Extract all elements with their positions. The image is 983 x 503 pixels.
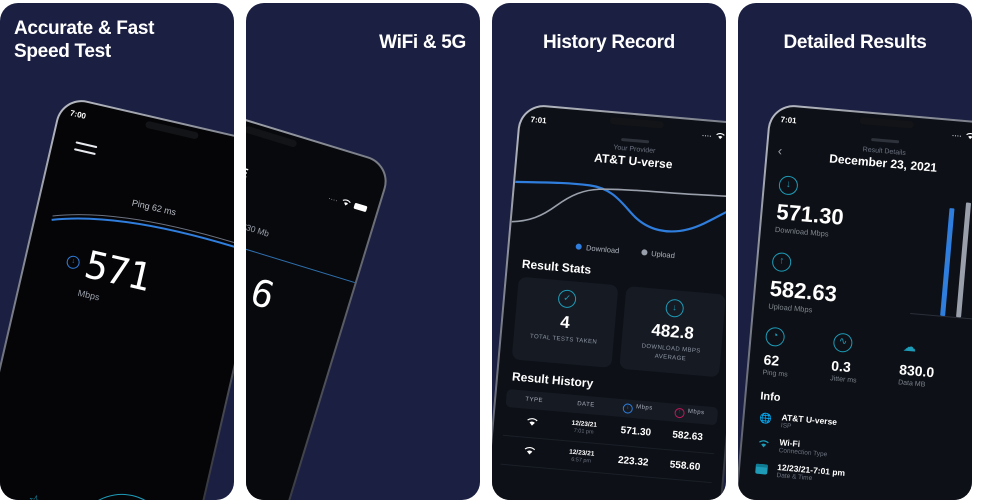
sheet-grabber[interactable] xyxy=(621,137,650,143)
download-value: 571 xyxy=(80,242,155,300)
stat-value: 4 xyxy=(559,311,571,332)
check-circle-icon: ✓ xyxy=(557,288,577,309)
row-date-cell: 12/23/21 6:57 pm xyxy=(555,447,608,466)
speed-history-chart xyxy=(511,180,726,233)
phone-mockup: 7:01 .... Your Provider AT&T U-verse Dow… xyxy=(492,103,726,500)
wave-icon: ∿ xyxy=(832,331,854,353)
signal-dots: .... xyxy=(327,193,340,204)
stat-label: DOWNLOAD MBPS AVERAGE xyxy=(641,343,701,362)
status-time: 7:00 xyxy=(69,107,87,121)
header-upload: ↑ Mbps xyxy=(663,406,716,420)
stat-value: 482.8 xyxy=(650,319,695,343)
header-type: TYPE xyxy=(525,396,544,404)
screenshot-panel-accurate-fast[interactable]: Accurate & Fast Speed Test 7:00 Ping 62 … xyxy=(0,3,234,500)
metric-data: ☁ 830.0 Data MB xyxy=(898,338,970,394)
status-bar: 7:00 xyxy=(59,103,234,167)
phone-notch xyxy=(246,125,298,148)
upload-arrow-icon: ↑ xyxy=(771,251,793,272)
wifi-icon xyxy=(506,414,559,432)
speed-bar-chart xyxy=(910,194,972,320)
stat-card-total-tests[interactable]: ✓ 4 TOTAL TESTS TAKEN xyxy=(511,276,619,368)
cloud-upload-icon: ☁ xyxy=(902,338,917,355)
stat-label: TOTAL TESTS TAKEN xyxy=(529,333,598,346)
test-button[interactable] xyxy=(63,484,181,500)
download-speed-readout: ↓ 571 xyxy=(63,241,155,300)
logo-main-text: SIMPLE xyxy=(246,153,250,181)
globe-icon: 🌐 xyxy=(758,412,773,425)
phone-mockup: 7:01 .... ‹ Result Details December 23, … xyxy=(738,103,972,500)
download-arrow-icon: ↓ xyxy=(65,254,81,271)
panel-headline: WiFi & 5G xyxy=(379,32,466,53)
phone-mockup: SIMPLE SPEED TEST .... ALL FINISHED Jitt… xyxy=(246,91,394,500)
phone-screen: 7:01 .... ‹ Result Details December 23, … xyxy=(738,105,972,500)
row-upload: 558.60 xyxy=(669,459,701,473)
screenshot-panel-detailed-results[interactable]: Detailed Results 7:01 .... ‹ Result Deta… xyxy=(738,3,972,500)
phone-screen: 7:01 .... Your Provider AT&T U-verse Dow… xyxy=(492,105,726,500)
details-screen-body: ‹ Result Details December 23, 2021 ↓ 571… xyxy=(738,105,972,500)
app-store-screenshot-gallery: Accurate & Fast Speed Test 7:00 Ping 62 … xyxy=(0,0,983,503)
download-arrow-icon: ↓ xyxy=(622,402,634,414)
wifi-icon xyxy=(503,443,556,461)
row-download: 223.32 xyxy=(617,454,649,469)
panel-headline: Detailed Results xyxy=(783,32,927,53)
phone-mockup: 7:00 Ping 62 ms ↓ 571 Mbps ☆ TEST xyxy=(0,95,234,500)
download-unit: Mbps xyxy=(76,287,101,303)
data-value: Data 830 Mb xyxy=(246,212,270,239)
screenshot-panel-history-record[interactable]: History Record 7:01 .... Your Provider A… xyxy=(492,3,726,500)
header-date: DATE xyxy=(576,400,595,409)
metric-ping: ◔ 62 Ping ms xyxy=(762,326,834,382)
panel-headline: History Record xyxy=(542,32,675,53)
status-indicators: .... xyxy=(327,193,368,213)
app-logo: SIMPLE SPEED TEST xyxy=(246,146,250,187)
stat-card-download-average[interactable]: ↓ 482.8 DOWNLOAD MBPS AVERAGE xyxy=(619,285,726,377)
battery-icon xyxy=(353,202,368,212)
download-arrow-icon: ↓ xyxy=(664,298,685,318)
row-upload: 582.63 xyxy=(671,429,704,444)
wifi-icon xyxy=(756,436,771,451)
speed-summary: ↓ 571.30 Download Mbps ↑ 582.63 Upload M… xyxy=(754,159,972,329)
bar-download xyxy=(940,207,955,316)
sheet-grabber[interactable] xyxy=(871,137,900,143)
clock-icon: ◔ xyxy=(764,326,786,347)
panel-headline: Accurate & Fast Speed Test xyxy=(14,18,155,63)
wifi-icon xyxy=(342,199,351,206)
history-screen-body: Your Provider AT&T U-verse Download Uplo… xyxy=(492,105,726,500)
row-date-cell: 12/23/21 7:01 pm xyxy=(557,418,610,437)
calendar-icon xyxy=(753,461,768,476)
metric-jitter: ∿ 0.3 Jitter ms xyxy=(830,331,902,388)
download-arrow-icon: ↓ xyxy=(778,174,799,196)
phone-screen: 7:00 Ping 62 ms ↓ 571 Mbps ☆ TEST xyxy=(0,97,234,500)
bar-upload xyxy=(956,201,972,317)
phone-screen: SIMPLE SPEED TEST .... ALL FINISHED Jitt… xyxy=(246,93,391,500)
star-icon[interactable]: ☆ xyxy=(26,490,44,500)
row-download: 571.30 xyxy=(620,425,652,439)
upload-arrow-icon: ↑ xyxy=(674,407,686,419)
screenshot-panel-wifi-5g[interactable]: WiFi & 5G SIMPLE SPEED TEST .... xyxy=(246,3,480,500)
hamburger-icon[interactable] xyxy=(73,141,98,158)
header-download: ↓ Mbps xyxy=(611,402,664,416)
